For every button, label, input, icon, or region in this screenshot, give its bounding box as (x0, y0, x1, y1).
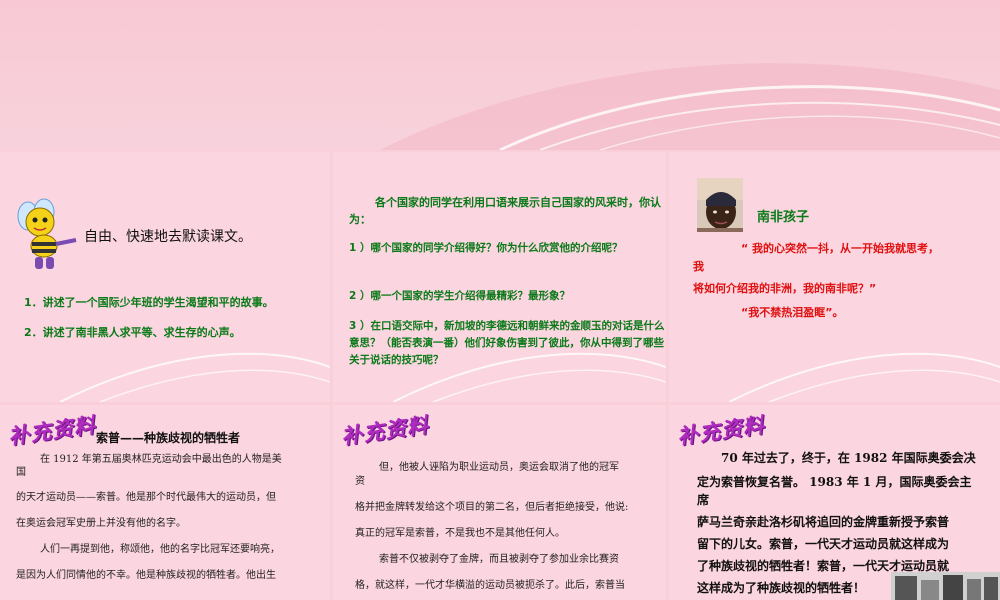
child-heading: 南非孩子 (757, 210, 810, 225)
panel-reading-task: 自由、快速地去默读课文。 1．讲述了一个国际少年班的学生渴望和平的故事。 2．讲… (0, 152, 330, 402)
restored-line-2: 定为索普恢复名誉。 1983 年 1 月，国际奥委会主 (697, 475, 972, 489)
bee-icon (17, 198, 77, 269)
quote-line-2: 我 (693, 260, 704, 273)
child-photo (697, 178, 743, 232)
restored-line-3: 席 (697, 493, 710, 507)
summary-item-2: 2．讲述了南非黑人求平等、求生存的心声。 (24, 326, 241, 339)
panel-south-african-child: 南非孩子 “ 我的心突然一抖，从一开始我就思考， 我 将如何介绍我的非洲，我的南… (669, 152, 1000, 402)
thorpe-line-4: 在奥运会冠军史册上并没有他的名字。 (16, 518, 186, 529)
historic-photo (891, 572, 1000, 600)
thorpe-line-6: 是因为人们同情他的不幸。他是种族歧视的牺牲者。他出生 (16, 570, 276, 581)
thorpe-line-5: 人们一再提到他，称颂他，他的名字比冠军还要响亮， (40, 544, 280, 555)
panel-thorpe-restored: 补充资料 70 年过去了，终于，在 1982 年国际奥委会决 定为索普恢复名誉。… (669, 405, 1000, 600)
banner-decoration (380, 63, 1000, 150)
question-1: 1 ）哪个国家的同学介绍得好？你为什么欣赏他的介绍呢？ (349, 242, 623, 254)
supplement-label: 补充资料 (339, 411, 431, 449)
stripped-line-5: 索普不仅被剥夺了金牌，而且被剥夺了参加业余比赛资 (379, 554, 619, 565)
supplement-label: 补充资料 (675, 411, 767, 449)
restored-line-4: 萨马兰奇亲赴洛杉矶将追回的金牌重新授予索普 (697, 515, 950, 529)
thorpe-title: 索普——种族歧视的牺牲者 (96, 431, 241, 445)
stripped-line-3: 格并把金牌转发给这个项目的第二名，但后者拒绝接受，他说: (355, 502, 629, 513)
restored-line-7: 这样成为了种族歧视的牺牲者！ (697, 581, 866, 595)
quote-line-1: “ 我的心突然一抖，从一开始我就思考， (741, 242, 940, 255)
discussion-intro: 各个国家的同学在利用口语来展示自己国家的风采时，你认为： (349, 196, 661, 226)
quote-line-3: 将如何介绍我的非洲，我的南非呢？” (693, 282, 877, 295)
panel-thorpe-story: 补充资料 索普——种族歧视的牺牲者 在 1912 年第五届奥林匹克运动会中最出色… (0, 405, 330, 600)
summary-item-1: 1．讲述了一个国际少年班的学生渴望和平的故事。 (24, 296, 274, 309)
stripped-line-4: 真正的冠军是索普，不是我也不是其他任何人。 (355, 528, 565, 539)
stripped-line-6: 格，就这样，一代才华横溢的运动员被扼杀了。此后，索普当 (355, 580, 625, 591)
question-2: 2 ）哪一个国家的学生介绍得最精彩？最形象？ (349, 290, 570, 302)
panel-discussion-questions: 各个国家的同学在利用口语来展示自己国家的风采时，你认为： 1 ）哪个国家的同学介… (333, 152, 666, 402)
question-3: 3 ）在口语交际中，新加坡的李德远和朝鲜来的金顺玉的对话是什么意思？（能否表演一… (349, 320, 665, 366)
top-banner (0, 0, 1000, 150)
thorpe-line-2: 国 (16, 467, 26, 478)
panel-swoosh (728, 352, 1000, 402)
quote-line-4: “我不禁热泪盈眶”。 (741, 306, 844, 319)
stripped-line-2: 资 (355, 476, 365, 487)
stripped-line-1: 但，他被人诬陷为职业运动员，奥运会取消了他的冠军 (379, 462, 619, 473)
restored-line-1: 70 年过去了，终于，在 1982 年国际奥委会决 (721, 451, 976, 465)
thorpe-line-3: 的天才运动员——索普。他是那个时代最伟大的运动员，但 (16, 492, 276, 503)
reading-task-title: 自由、快速地去默读课文。 (84, 229, 252, 245)
thorpe-line-1: 在 1912 年第五届奥林匹克运动会中最出色的人物是美 (40, 454, 282, 465)
restored-line-5: 留下的儿女。索普，一代天才运动员就这样成为 (697, 537, 950, 551)
panel-thorpe-stripped: 补充资料 但，他被人诬陷为职业运动员，奥运会取消了他的冠军 资 格并把金牌转发给… (333, 405, 666, 600)
supplement-label: 补充资料 (6, 411, 98, 449)
